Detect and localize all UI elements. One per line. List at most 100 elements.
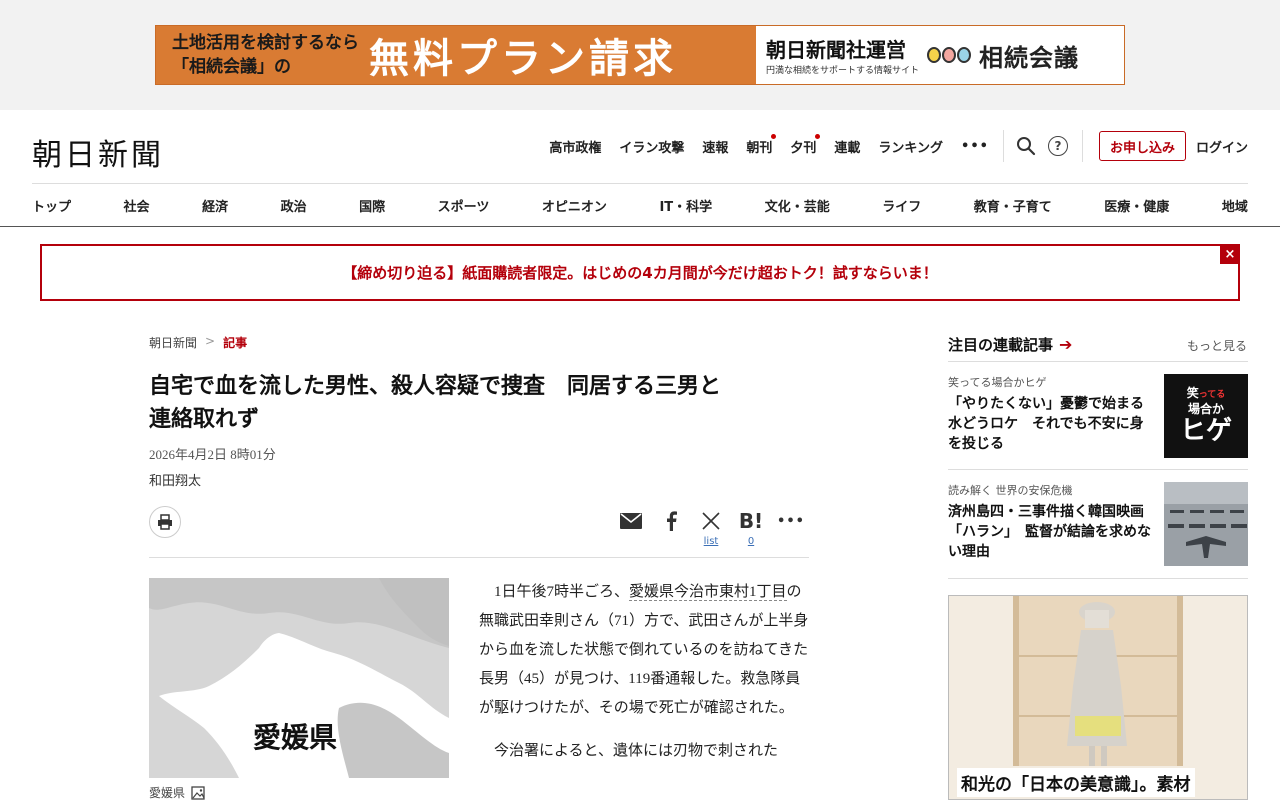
ad-zone: 土地活用を検討するなら 「相続会議」の 無料プラン請求 朝日新聞社運営 円満な相… — [0, 0, 1280, 110]
category-nav: トップ 社会 経済 政治 国際 スポーツ オピニオン IT・科学 文化・芸能 ラ… — [32, 186, 1248, 224]
thumb-text-2: 場合か — [1187, 402, 1224, 416]
category-top[interactable]: トップ — [32, 196, 71, 215]
login-link[interactable]: ログイン — [1196, 137, 1248, 156]
category-culture[interactable]: 文化・芸能 — [765, 196, 830, 215]
paragraph-1: 1日午後7時半ごろ、愛媛県今治市東村1丁目の無職武田幸則さん（71）方で、武田さ… — [479, 578, 809, 723]
ad-banner-right: 朝日新聞社運営 円満な相続をサポートする情報サイト 相続会議 — [756, 26, 1124, 84]
mail-icon — [620, 508, 642, 534]
p1-rest: の無職武田幸則さん（71）方で、武田さんが上半身から血を流した状態で倒れているの… — [479, 584, 809, 716]
location-link[interactable]: 愛媛県今治市東村1丁目 — [629, 584, 787, 601]
caption-text: 愛媛県 — [149, 786, 186, 800]
sidebar-divider — [948, 469, 1248, 470]
promo-close-button[interactable]: × — [1220, 244, 1240, 264]
category-society[interactable]: 社会 — [124, 196, 150, 215]
category-politics[interactable]: 政治 — [281, 196, 307, 215]
sidebar-ad-text: 和光の「日本の美意識」。素材 — [957, 768, 1195, 797]
category-region[interactable]: 地域 — [1222, 196, 1248, 215]
featured-series-label: 注目の連載記事 — [948, 336, 1054, 354]
p1-start: 1日午後7時半ごろ、 — [494, 584, 630, 600]
help-button[interactable]: ? — [1047, 136, 1068, 156]
ad-headline: 無料プラン請求 — [369, 36, 677, 82]
map-label: 愛媛県 — [253, 721, 338, 754]
more-menu-button[interactable]: ••• — [961, 139, 989, 154]
more-icon: ••• — [777, 513, 805, 529]
sidebar-divider — [948, 578, 1248, 579]
category-sports[interactable]: スポーツ — [438, 196, 490, 215]
help-icon: ? — [1047, 136, 1068, 156]
category-economy[interactable]: 経済 — [202, 196, 228, 215]
share-hatena[interactable]: B! 0 — [739, 508, 763, 547]
top-link-evening[interactable]: 夕刊 — [790, 133, 821, 156]
sidebar-headline: 「やりたくない」憂鬱で始まる水どうロケ それでも不安に身を投じる — [948, 396, 1144, 452]
see-more-link[interactable]: もっと見る — [1187, 337, 1247, 354]
ad-brand: 相続会議 — [979, 43, 1080, 72]
category-nav-divider — [0, 226, 1280, 227]
top-link-series[interactable]: 連載 — [834, 137, 860, 156]
fighter-jets-image — [1164, 482, 1248, 566]
thumb-text-big: ヒゲ — [1179, 416, 1232, 446]
breadcrumb-separator: > — [205, 334, 216, 348]
search-button[interactable] — [1016, 136, 1036, 156]
category-education[interactable]: 教育・子育て — [974, 196, 1052, 215]
sidebar-headline: 済州島四・三事件描く韓国映画「ハラン」 監督が結論を求めない理由 — [948, 504, 1151, 560]
share-mail[interactable] — [620, 508, 642, 534]
top-link-breaking[interactable]: 速報 — [702, 137, 728, 156]
share-facebook[interactable] — [660, 508, 682, 534]
sidebar-article-2[interactable]: 読み解く 世界の安保危機 済州島四・三事件描く韓国映画「ハラン」 監督が結論を求… — [948, 482, 1248, 566]
ad-line-2: 「相続会議」の — [172, 57, 291, 77]
hatena-count[interactable]: 0 — [748, 536, 754, 547]
article-date: 2026年4月2日 8時01分 — [149, 447, 276, 462]
article-headline: 自宅で血を流した男性、殺人容疑で捜査 同居する三男と 連絡取れず — [149, 370, 814, 436]
breadcrumb-home[interactable]: 朝日新聞 — [149, 334, 197, 351]
ad-org: 朝日新聞社運営 円満な相続をサポートする情報サイト — [766, 34, 919, 76]
ad-org-name: 朝日新聞社運営 — [766, 38, 906, 62]
category-opinion[interactable]: オピニオン — [542, 196, 607, 215]
print-button[interactable] — [149, 506, 181, 538]
x-icon — [702, 508, 720, 534]
sidebar-thumbnail: 笑ってる 場合か ヒゲ — [1164, 374, 1248, 458]
divider — [1002, 130, 1004, 162]
sidebar-divider — [948, 361, 1248, 362]
breadcrumb: 朝日新聞 > 記事 — [149, 334, 247, 351]
article-author[interactable]: 和田翔太 — [149, 470, 201, 489]
paragraph-2: 今治署によると、遺体には刃物で刺された — [494, 743, 778, 759]
promo-text: 【締め切り迫る】紙面購読者限定。はじめの4カ月間が今だけ超おトク！試すならいま！ — [342, 264, 938, 282]
promo-banner[interactable]: 【締め切り迫る】紙面購読者限定。はじめの4カ月間が今だけ超おトク！試すならいま！… — [40, 244, 1240, 301]
sidebar-thumbnail — [1164, 482, 1248, 566]
ad-banner[interactable]: 土地活用を検討するなら 「相続会議」の 無料プラン請求 朝日新聞社運営 円満な相… — [155, 25, 1125, 85]
face-icon — [927, 47, 942, 63]
ad-faces-logo-icon — [927, 47, 972, 63]
ad-lead: 土地活用を検討するなら 「相続会議」の — [172, 31, 359, 79]
facebook-icon — [665, 508, 677, 534]
breadcrumb-current[interactable]: 記事 — [223, 334, 247, 351]
category-health[interactable]: 医療・健康 — [1104, 196, 1169, 215]
map-figure[interactable]: 愛媛県 — [149, 578, 449, 778]
image-icon[interactable] — [191, 785, 205, 800]
article-body: 1日午後7時半ごろ、愛媛県今治市東村1丁目の無職武田幸則さん（71）方で、武田さ… — [479, 578, 809, 780]
figure-caption: 愛媛県 — [149, 784, 205, 800]
face-icon — [957, 47, 972, 63]
sidebar-article-1[interactable]: 笑ってる場合かヒゲ 「やりたくない」憂鬱で始まる水どうロケ それでも不安に身を投… — [948, 374, 1248, 458]
divider — [1081, 130, 1083, 162]
top-link-morning[interactable]: 朝刊 — [746, 133, 777, 156]
search-icon — [1016, 137, 1036, 156]
ad-banner-left: 土地活用を検討するなら 「相続会議」の 無料プラン請求 — [156, 26, 756, 84]
x-list-link[interactable]: list — [704, 536, 719, 547]
top-link-iran[interactable]: イラン攻撃 — [619, 137, 684, 156]
share-x[interactable]: list — [700, 508, 722, 547]
face-icon — [942, 47, 957, 63]
site-logo[interactable]: 朝日新聞 — [32, 130, 164, 174]
thumb-text: 笑ってる — [1186, 386, 1226, 400]
category-it-science[interactable]: IT・科学 — [659, 196, 712, 215]
share-more[interactable]: ••• — [777, 508, 805, 534]
category-international[interactable]: 国際 — [359, 196, 385, 215]
sidebar-ad[interactable]: 和光の「日本の美意識」。素材 — [948, 595, 1248, 800]
subscribe-button[interactable]: お申し込み — [1098, 131, 1186, 161]
ad-line-1: 土地活用を検討するなら — [172, 33, 359, 53]
featured-series-title[interactable]: 注目の連載記事 ➔ — [948, 334, 1072, 355]
top-link-ranking[interactable]: ランキング — [878, 137, 943, 156]
share-bar: list B! 0 ••• — [620, 508, 805, 547]
headline-line-2: 連絡取れず — [149, 407, 260, 432]
category-life[interactable]: ライフ — [882, 196, 921, 215]
top-link-takaichi[interactable]: 高市政権 — [549, 137, 601, 156]
